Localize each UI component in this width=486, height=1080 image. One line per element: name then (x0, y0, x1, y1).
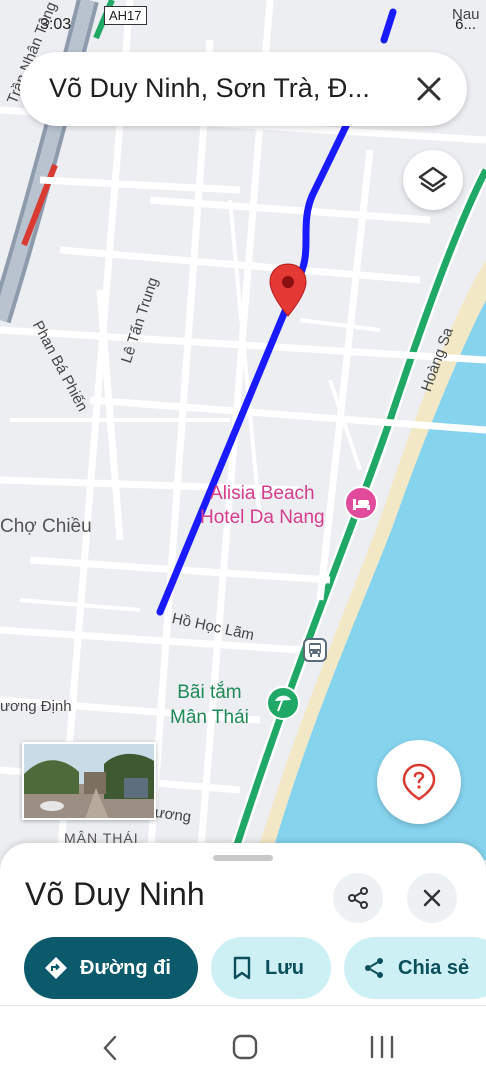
directions-button[interactable]: Đường đi (24, 937, 198, 999)
street-view-image (24, 744, 154, 818)
bookmark-icon (233, 956, 251, 980)
poi-hotel-alisia[interactable]: Alisia Beach Hotel Da Nang (200, 482, 325, 530)
recents-icon[interactable] (368, 1035, 396, 1059)
directions-icon (45, 957, 67, 979)
sheet-drag-handle[interactable] (213, 855, 273, 861)
place-title: Võ Duy Ninh (25, 876, 205, 912)
directions-label: Đường đi (80, 956, 171, 979)
poi-beach-man-thai[interactable]: Bãi tắm Mân Thái (170, 680, 249, 730)
poi-hotel-name-line1: Alisia Beach (210, 483, 315, 504)
street-label-uong-dinh: ương Định (0, 698, 72, 715)
location-pin-icon[interactable] (268, 262, 308, 318)
share-label: Chia sẻ (398, 956, 470, 979)
map-view[interactable]: 3:03 AH17 6... Trần Nhân Tông Lê Tấn Tru… (0, 0, 486, 860)
share-icon (348, 887, 368, 909)
help-button[interactable] (377, 740, 461, 824)
poi-beach-name-line2: Mân Thái (170, 707, 249, 728)
bus-stop-icon[interactable] (303, 638, 327, 662)
share-chip-button[interactable]: Chia sẻ (344, 937, 486, 999)
close-icon[interactable] (413, 73, 445, 105)
close-icon (423, 889, 441, 907)
beach-icon[interactable] (266, 686, 300, 720)
street-view-thumbnail[interactable] (22, 742, 156, 820)
close-sheet-button[interactable] (407, 873, 457, 923)
share-button[interactable] (333, 873, 383, 923)
help-marker-icon (402, 763, 436, 801)
system-nav-bar (0, 1005, 486, 1080)
search-query-text[interactable]: Võ Duy Ninh, Sơn Trà, Đ... (49, 73, 394, 104)
save-label: Lưu (265, 956, 304, 979)
poi-hotel-name-line2: Hotel Da Nang (200, 507, 325, 528)
poi-beach-name-line1: Bãi tắm (177, 682, 242, 703)
map-canvas (0, 0, 486, 860)
layers-icon (418, 166, 448, 193)
layers-button[interactable] (403, 150, 463, 210)
save-button[interactable]: Lưu (211, 937, 331, 999)
status-bar: 3:03 AH17 6... (0, 0, 486, 38)
share-icon (365, 958, 383, 978)
area-label-cho-chieu: Chợ Chiều (0, 516, 92, 537)
home-icon[interactable] (232, 1034, 258, 1060)
street-label-nau: Nau (452, 6, 480, 23)
hotel-icon[interactable] (344, 486, 378, 520)
map-highway-shield: AH17 (104, 6, 147, 25)
search-bar[interactable]: Võ Duy Ninh, Sơn Trà, Đ... (20, 52, 467, 126)
place-bottom-sheet[interactable]: Võ Duy Ninh Đường đi Lưu Chia sẻ (0, 843, 486, 1005)
back-icon[interactable] (100, 1034, 120, 1062)
